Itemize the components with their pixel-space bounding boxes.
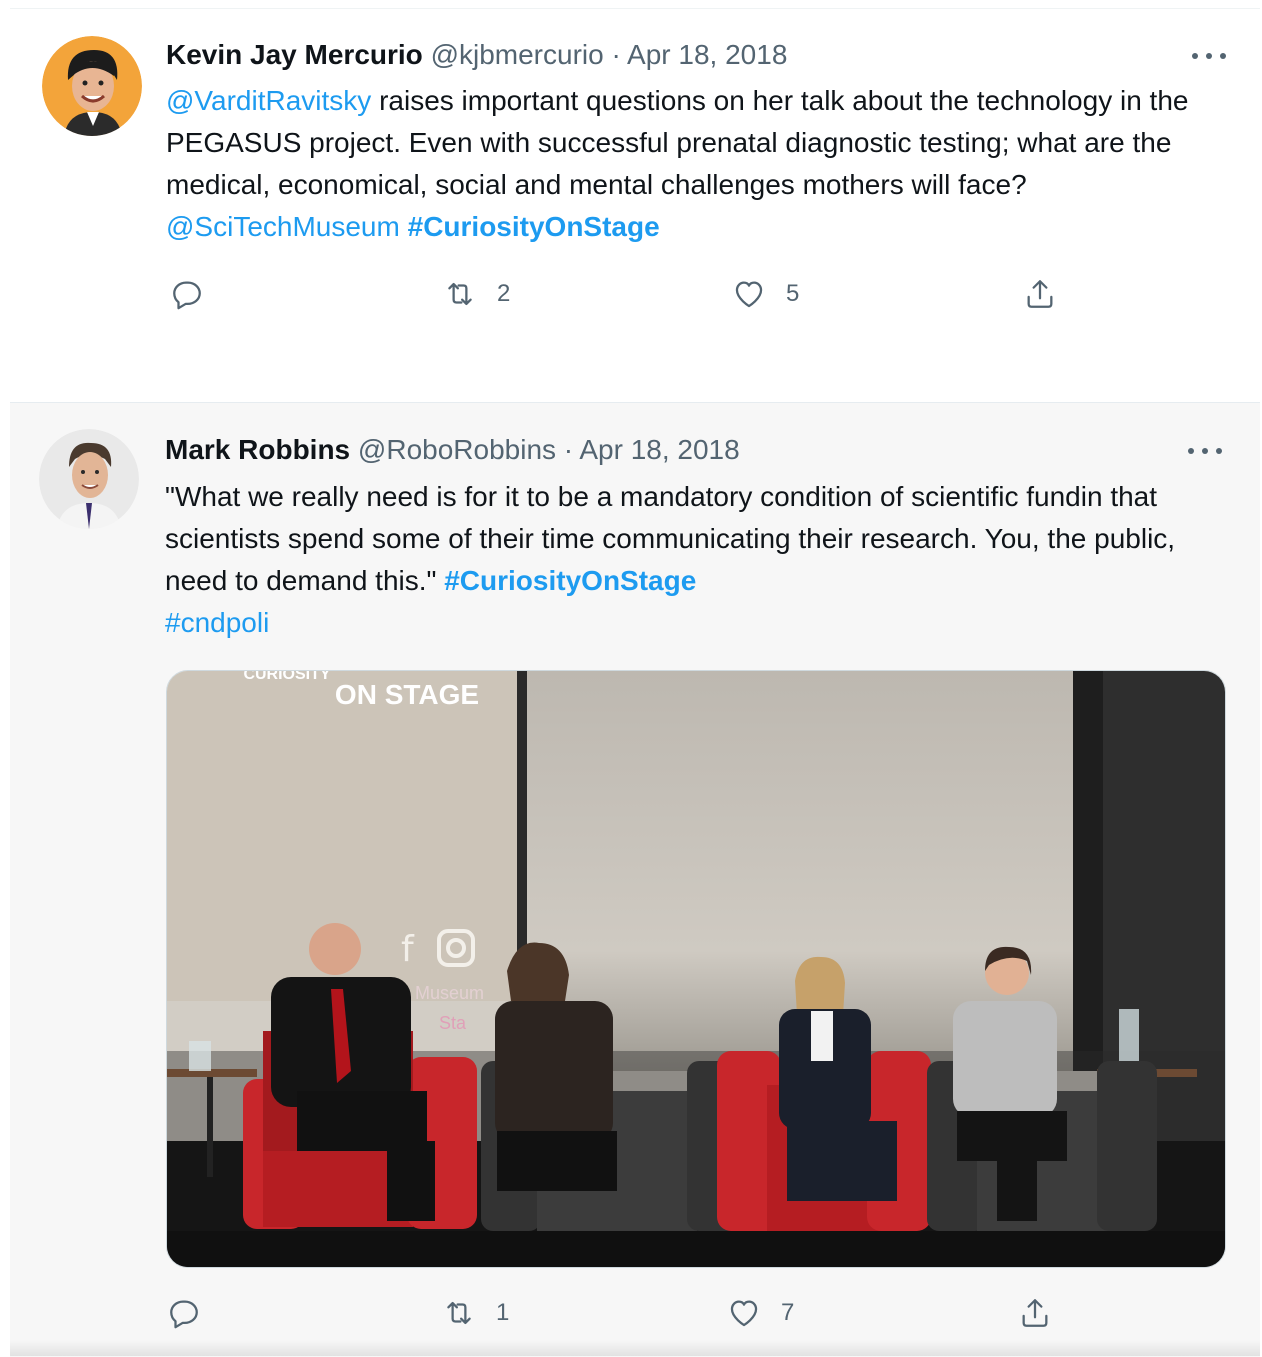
like-count: 7 — [781, 1299, 795, 1326]
reply-button[interactable] — [167, 1296, 221, 1330]
like-button[interactable]: 5 — [732, 277, 799, 311]
tweet-actions: 1 7 — [165, 1296, 1065, 1336]
tweet-text: "What we really need is for it to be a m… — [165, 476, 1205, 644]
retweet-icon — [448, 282, 472, 306]
tweet[interactable]: Kevin Jay Mercurio @kjbmercurio · Apr 18… — [10, 9, 1260, 361]
share-icon — [1027, 280, 1053, 308]
screen-text-small: CURIOSITY — [243, 671, 330, 683]
reply-icon — [173, 281, 201, 310]
more-icon[interactable] — [1192, 49, 1226, 63]
retweet-button[interactable]: 1 — [442, 1296, 509, 1330]
tweet[interactable]: Mark Robbins @RoboRobbins · Apr 18, 2018… — [10, 402, 1260, 1357]
separator: · — [563, 434, 574, 465]
svg-text:f: f — [401, 929, 415, 970]
tweet-photo[interactable]: CURIOSITY ON STAGE Museum Sta f — [166, 670, 1226, 1268]
mention-link[interactable]: @VarditRavitsky — [166, 85, 371, 116]
mention-link[interactable]: @SciTechMuseum — [166, 211, 400, 242]
author-name[interactable]: Mark Robbins — [165, 434, 350, 465]
tweet-actions: 2 5 — [166, 277, 1066, 317]
reply-icon — [170, 1300, 198, 1329]
share-icon — [1022, 1299, 1048, 1327]
like-icon — [730, 1300, 758, 1327]
hashtag-link[interactable]: #cndpoli — [165, 607, 269, 638]
text-space — [400, 211, 408, 242]
screen-text-side: Museum — [415, 983, 484, 1003]
like-button[interactable]: 7 — [727, 1296, 794, 1330]
author-handle[interactable]: @RoboRobbins — [358, 434, 556, 465]
reply-button[interactable] — [170, 277, 224, 311]
separator: · — [611, 39, 621, 70]
share-button[interactable] — [1018, 1296, 1052, 1330]
tweet-text: @VarditRavitsky raises important questio… — [166, 80, 1206, 248]
bottom-shadow — [10, 1340, 1260, 1356]
retweet-count: 2 — [497, 280, 511, 307]
author-handle[interactable]: @kjbmercurio — [431, 39, 604, 70]
like-count: 5 — [786, 280, 800, 307]
retweet-icon — [447, 1301, 471, 1325]
screen-text-large: ON STAGE — [335, 679, 479, 710]
retweet-count: 1 — [496, 1299, 510, 1326]
more-icon[interactable] — [1188, 444, 1222, 458]
avatar[interactable] — [42, 36, 142, 136]
like-icon — [735, 281, 763, 308]
avatar[interactable] — [39, 429, 139, 529]
tweet-date[interactable]: Apr 18, 2018 — [627, 39, 787, 70]
hashtag-link[interactable]: #CuriosityOnStage — [444, 565, 696, 596]
hashtag-link[interactable]: #CuriosityOnStage — [408, 211, 660, 242]
retweet-button[interactable]: 2 — [443, 277, 510, 311]
tweet-date[interactable]: Apr 18, 2018 — [579, 434, 739, 465]
screen-text-side: Sta — [439, 1013, 467, 1033]
author-name[interactable]: Kevin Jay Mercurio — [166, 39, 423, 70]
share-button[interactable] — [1023, 277, 1057, 311]
tweet-header: Kevin Jay Mercurio @kjbmercurio · Apr 18… — [166, 38, 787, 72]
tweet-header: Mark Robbins @RoboRobbins · Apr 18, 2018 — [165, 433, 740, 467]
